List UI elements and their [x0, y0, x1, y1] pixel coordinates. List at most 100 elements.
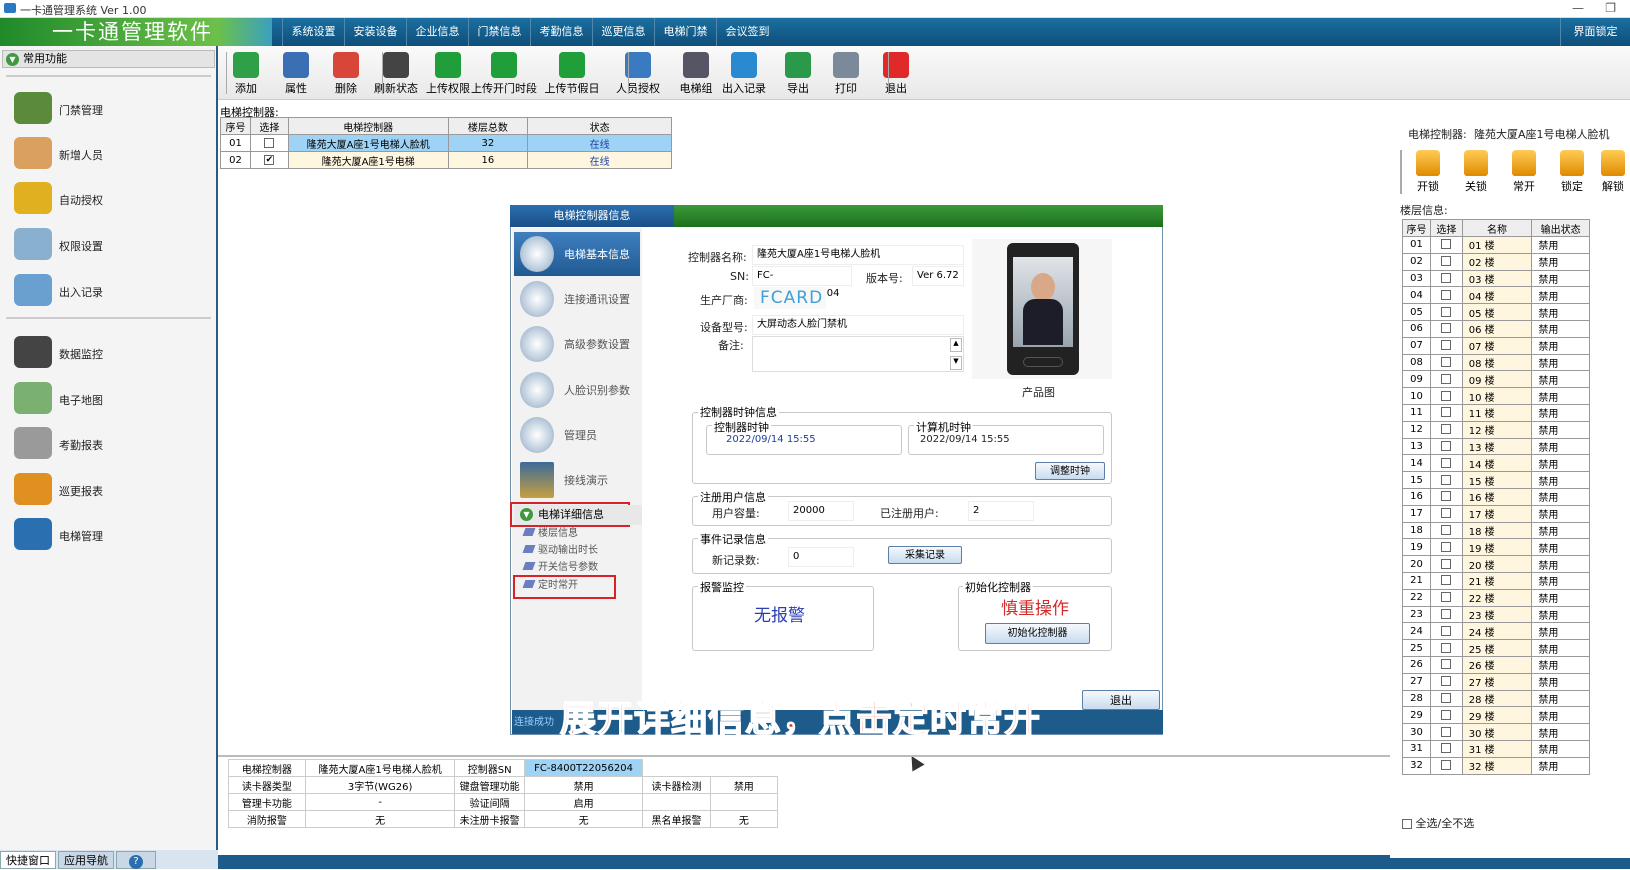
- table-row[interactable]: 02 ✔ 隆苑大厦A座1号电梯 16 在线: [220, 151, 672, 169]
- table-row[interactable]: 08 08 楼禁用: [1402, 353, 1590, 372]
- table-row[interactable]: 32 32 楼禁用: [1402, 756, 1590, 775]
- table-row[interactable]: 03 03 楼禁用: [1402, 269, 1590, 288]
- floor-checkbox[interactable]: [1429, 387, 1463, 405]
- table-row[interactable]: 10 10 楼禁用: [1402, 387, 1590, 405]
- detail-info-header[interactable]: ▼ 电梯详细信息: [514, 505, 642, 525]
- table-row[interactable]: 02 02 楼禁用: [1402, 252, 1590, 271]
- version-field[interactable]: Ver 6.72: [912, 266, 964, 286]
- minimize-icon[interactable]: —: [1572, 1, 1584, 15]
- remark-textarea[interactable]: [752, 336, 964, 372]
- table-row[interactable]: 23 23 楼禁用: [1402, 605, 1590, 624]
- registered-field[interactable]: 2: [968, 501, 1034, 521]
- dialog-nav-item[interactable]: 人脸识别参数: [514, 368, 640, 412]
- row-checkbox[interactable]: [249, 134, 289, 152]
- floor-checkbox[interactable]: [1429, 571, 1463, 590]
- table-row[interactable]: 06 06 楼禁用: [1402, 319, 1590, 338]
- menu-item[interactable]: 巡更信息: [592, 18, 654, 46]
- table-row[interactable]: 17 17 楼禁用: [1402, 504, 1590, 523]
- toolbar-button[interactable]: 人员授权: [613, 50, 663, 98]
- floor-checkbox[interactable]: [1429, 236, 1463, 254]
- door-control-button[interactable]: 常开: [1502, 148, 1546, 196]
- floor-checkbox[interactable]: [1429, 437, 1463, 456]
- select-all-checkbox[interactable]: 全选/全不选: [1402, 815, 1474, 831]
- table-row[interactable]: 22 22 楼禁用: [1402, 588, 1590, 607]
- init-controller-button[interactable]: 初始化控制器: [985, 623, 1090, 644]
- new-records-field[interactable]: 0: [788, 547, 854, 567]
- col-header[interactable]: 楼层总数: [447, 117, 529, 135]
- floor-checkbox[interactable]: [1429, 303, 1463, 321]
- floor-checkbox[interactable]: [1429, 487, 1463, 506]
- col-header[interactable]: 序号: [1402, 219, 1431, 237]
- lock-ui-button[interactable]: 界面锁定: [1560, 18, 1630, 46]
- menu-item[interactable]: 门禁信息: [468, 18, 530, 46]
- floor-checkbox[interactable]: [1429, 252, 1463, 271]
- menu-item[interactable]: 企业信息: [406, 18, 468, 46]
- table-row[interactable]: 14 14 楼禁用: [1402, 454, 1590, 473]
- floor-checkbox[interactable]: [1429, 403, 1463, 422]
- sidebar-item[interactable]: 巡更报表: [14, 471, 204, 507]
- detail-sub-item[interactable]: 开关信号参数: [522, 558, 598, 574]
- restore-icon[interactable]: ❐: [1605, 1, 1616, 15]
- floor-checkbox[interactable]: [1429, 706, 1463, 725]
- table-row[interactable]: 27 27 楼禁用: [1402, 672, 1590, 691]
- detail-sub-item[interactable]: 驱动输出时长: [522, 541, 598, 557]
- table-row[interactable]: 05 05 楼禁用: [1402, 303, 1590, 321]
- floor-checkbox[interactable]: [1429, 504, 1463, 523]
- toolbar-button[interactable]: 上传节假日: [537, 50, 607, 98]
- floor-checkbox[interactable]: [1429, 269, 1463, 288]
- checkbox-icon[interactable]: [1402, 819, 1412, 829]
- sidebar-item[interactable]: 电梯管理: [14, 516, 204, 552]
- toolbar-button[interactable]: 上传开门时段: [469, 50, 539, 98]
- floor-checkbox[interactable]: [1429, 521, 1463, 540]
- toolbar-button[interactable]: 刷新状态: [372, 50, 420, 98]
- table-row[interactable]: 19 19 楼禁用: [1402, 538, 1590, 557]
- dialog-nav-item[interactable]: 连接通讯设置: [514, 277, 640, 321]
- table-row[interactable]: 13 13 楼禁用: [1402, 437, 1590, 456]
- col-header[interactable]: 选择: [249, 117, 289, 135]
- sidebar-item[interactable]: 出入记录: [14, 272, 204, 308]
- table-row[interactable]: 18 18 楼禁用: [1402, 521, 1590, 540]
- table-row[interactable]: 29 29 楼禁用: [1402, 706, 1590, 725]
- dialog-nav-item[interactable]: 接线演示: [514, 458, 640, 502]
- detail-sub-item[interactable]: 楼层信息: [522, 524, 578, 540]
- common-functions-header[interactable]: ▼ 常用功能: [2, 50, 215, 68]
- table-row[interactable]: 04 04 楼禁用: [1402, 286, 1590, 305]
- table-row[interactable]: 28 28 楼禁用: [1402, 689, 1590, 708]
- row-checkbox[interactable]: ✔: [249, 151, 289, 169]
- floor-checkbox[interactable]: [1429, 655, 1463, 674]
- floor-checkbox[interactable]: [1429, 739, 1463, 758]
- tab-app-navigation[interactable]: 应用导航: [58, 851, 114, 869]
- table-row[interactable]: 07 07 楼禁用: [1402, 336, 1590, 355]
- capacity-field[interactable]: 20000: [788, 501, 854, 521]
- controller-name-field[interactable]: 隆苑大厦A座1号电梯人脸机: [752, 245, 964, 265]
- floor-checkbox[interactable]: [1429, 672, 1463, 691]
- dialog-nav-item[interactable]: 高级参数设置: [514, 322, 640, 366]
- floor-checkbox[interactable]: [1429, 454, 1463, 473]
- scroll-down-icon[interactable]: ▼: [950, 356, 962, 370]
- table-row[interactable]: 01 01 楼禁用: [1402, 236, 1590, 254]
- floor-checkbox[interactable]: [1429, 622, 1463, 641]
- floor-checkbox[interactable]: [1429, 420, 1463, 439]
- col-header[interactable]: 选择: [1429, 219, 1463, 237]
- scroll-up-icon[interactable]: ▲: [950, 338, 962, 352]
- sidebar-item[interactable]: 权限设置: [14, 226, 204, 262]
- floor-checkbox[interactable]: [1429, 471, 1463, 489]
- adjust-clock-button[interactable]: 调整时钟: [1035, 462, 1105, 480]
- toolbar-button[interactable]: 打印: [825, 50, 867, 98]
- exit-dialog-button[interactable]: 退出: [1082, 690, 1160, 710]
- floor-checkbox[interactable]: [1429, 555, 1463, 573]
- toolbar-button[interactable]: 出入记录: [719, 50, 769, 98]
- menu-item[interactable]: 安装设备: [344, 18, 406, 46]
- door-control-button[interactable]: 开锁: [1406, 148, 1450, 196]
- col-header[interactable]: 电梯控制器: [287, 117, 449, 135]
- table-row[interactable]: 24 24 楼禁用: [1402, 622, 1590, 641]
- sidebar-item[interactable]: 自动授权: [14, 180, 204, 216]
- col-header[interactable]: 名称: [1461, 219, 1533, 237]
- col-header[interactable]: 状态: [527, 117, 672, 135]
- sidebar-item[interactable]: 数据监控: [14, 334, 204, 370]
- floor-checkbox[interactable]: [1429, 723, 1463, 741]
- door-control-button[interactable]: 解锁: [1596, 148, 1630, 196]
- floor-checkbox[interactable]: [1429, 538, 1463, 557]
- table-row[interactable]: 25 25 楼禁用: [1402, 639, 1590, 657]
- floor-checkbox[interactable]: [1429, 370, 1463, 389]
